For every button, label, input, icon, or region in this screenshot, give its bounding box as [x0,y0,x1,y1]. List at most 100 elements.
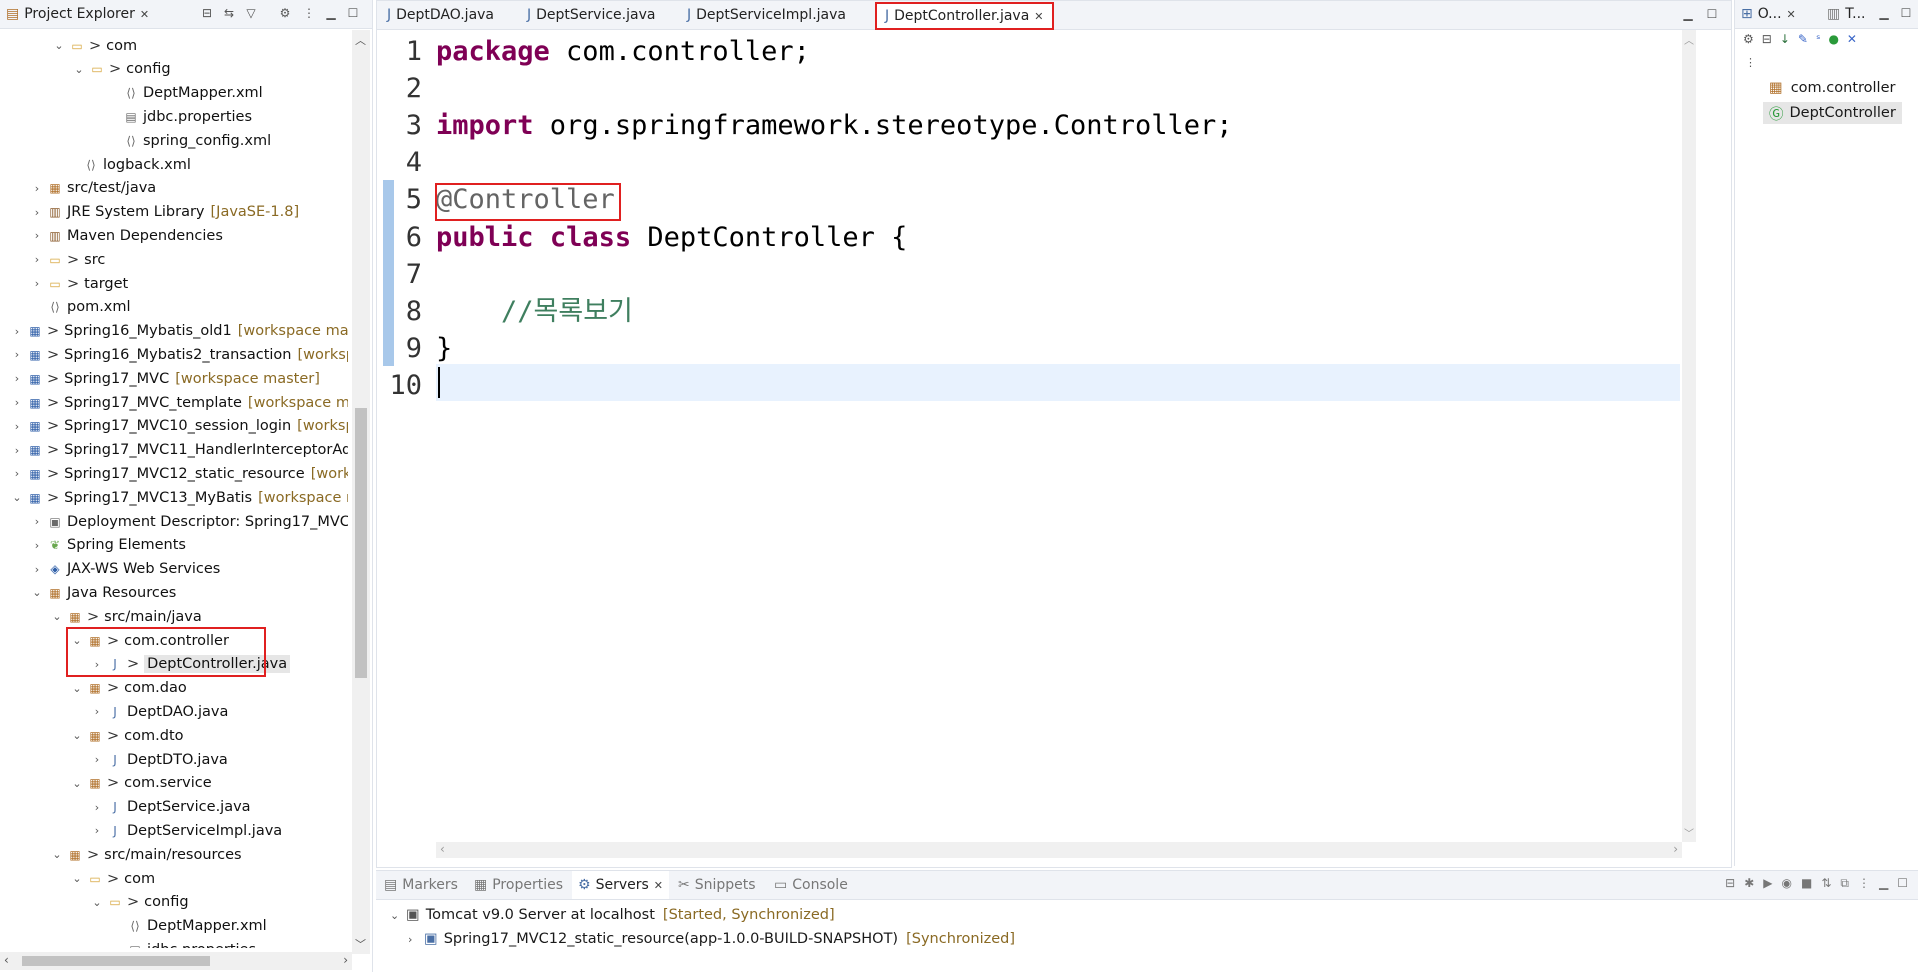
close-icon[interactable]: ✕ [1787,8,1796,21]
tab-markers[interactable]: ▤ Markers [384,871,458,899]
hide-nonpublic-icon[interactable]: ● [1828,32,1838,46]
chevron-down-icon[interactable]: ⌄ [52,39,66,52]
tree-item[interactable]: ⌄ ▦ >Spring17_MVC13_MyBatis [workspace mas [10,486,348,509]
profile-server-icon[interactable]: ◉ [1782,876,1792,891]
hide-static-icon[interactable]: ˢ [1816,32,1820,46]
chevron-right-icon[interactable]: › [10,444,24,457]
close-icon[interactable]: ✕ [140,8,149,21]
tree-item[interactable]: ⟨⟩ pom.xml [30,296,130,319]
start-server-icon[interactable]: ▶ [1763,876,1772,891]
tree-item[interactable]: ▤ jdbc.properties [106,105,252,128]
editor-horizontal-scrollbar[interactable]: ‹ › [436,842,1682,858]
outline-item-package[interactable]: ▦ com.controller [1769,80,1895,96]
close-icon[interactable]: ✕ [654,879,663,892]
module-row[interactable]: › ▣ Spring17_MVC12_static_resource(app-1… [408,931,1015,947]
maximize-icon[interactable]: ☐ [1703,5,1721,23]
chevron-right-icon[interactable]: › [30,515,44,528]
chevron-right-icon[interactable]: › [30,277,44,290]
hide-local-types-icon[interactable]: ✕ [1847,32,1857,46]
scroll-left-icon[interactable]: ‹ [440,842,445,856]
tree-item[interactable]: › ▥ Maven Dependencies [30,224,223,247]
chevron-down-icon[interactable]: ⌄ [50,848,64,861]
chevron-down-icon[interactable]: ⌄ [10,491,24,504]
tab-snippets[interactable]: ✂ Snippets [678,871,756,899]
chevron-right-icon[interactable]: › [30,563,44,576]
chevron-down-icon[interactable]: ⌄ [30,586,44,599]
tree-item[interactable]: ⌄ ▭ > config [90,891,188,914]
tree-item[interactable]: › J DeptServiceImpl.java [90,819,282,842]
tree-item[interactable]: › ▦ > Spring17_MVC [workspace master] [10,367,320,390]
close-icon[interactable]: ✕ [1034,10,1043,23]
tree-item[interactable]: › ▦ >Spring16_Mybatis2_transaction [workspa… [10,343,348,366]
tree-item[interactable]: › ▦ >Spring17_MVC12_static_resource [worksp… [10,462,348,485]
tree-item[interactable]: › ▥ JRE System Library [JavaSE-1.8] [30,201,299,224]
tree-horizontal-scrollbar[interactable]: ‹ › [0,952,352,970]
view-menu-icon[interactable]: ⚙ [276,4,294,22]
chevron-right-icon[interactable]: › [90,801,104,814]
chevron-right-icon[interactable]: › [30,229,44,242]
tree-item[interactable]: › ◈ JAX-WS Web Services [30,558,221,581]
tab-deptcontroller[interactable]: J DeptController.java ✕ [875,2,1054,30]
tree-item[interactable]: ⟨⟩ logback.xml [66,153,191,176]
outline-item-class[interactable]: Ⓖ DeptController [1763,102,1902,124]
chevron-down-icon[interactable]: ⌄ [50,610,64,623]
hide-fields-icon[interactable]: ✎ [1798,32,1808,46]
tree-item[interactable]: › J DeptService.java [90,796,251,819]
tree-item[interactable]: › ▣ Deployment Descriptor: Spring17_MVC13 [30,510,348,533]
tree-vertical-scrollbar[interactable]: ︿ ﹀ [352,30,370,954]
maximize-icon[interactable]: ☐ [1897,4,1915,22]
chevron-down-icon[interactable]: ⌄ [90,896,104,909]
minimize-icon[interactable]: ▁ [1679,5,1697,23]
scroll-down-icon[interactable]: ﹀ [1684,825,1694,840]
tab-deptserviceimpl[interactable]: J DeptServiceImpl.java [687,1,846,29]
minimize-icon[interactable]: ▁ [322,4,340,22]
tree-item[interactable]: ⟨⟩ spring_config.xml [106,129,271,152]
tree-item[interactable]: › ▭ > src [30,248,106,271]
chevron-right-icon[interactable]: › [30,539,44,552]
chevron-down-icon[interactable]: ⌄ [72,63,86,76]
chevron-down-icon[interactable]: ⌄ [70,777,84,790]
chevron-down-icon[interactable]: ⌄ [390,909,406,922]
tree-item[interactable]: › ▦ > Spring17_MVC11_HandlerInterceptorAdap [10,439,348,462]
tab-outline[interactable]: ⊞ O... ✕ [1741,0,1796,28]
link-with-editor-icon[interactable]: ⇆ [220,4,238,22]
tree-item[interactable]: › ▦ >Spring17_MVC_template [workspace maste [10,391,348,414]
minimize-icon[interactable]: ▁ [1875,4,1893,22]
chevron-down-icon[interactable]: ⌄ [70,682,84,695]
tree-item[interactable]: › ▭ > target [30,272,128,295]
h-scroll-thumb[interactable] [22,956,210,966]
sort-icon[interactable]: ⚙ [1743,32,1754,46]
chevron-down-icon[interactable]: ⌄ [70,729,84,742]
chevron-right-icon[interactable]: › [10,325,24,338]
chevron-right-icon[interactable]: › [10,467,24,480]
tree-item[interactable]: › J DeptDTO.java [90,748,228,771]
tree-item[interactable]: ⌄ ▦ > com.service [70,772,211,795]
stop-server-icon[interactable]: ■ [1801,876,1812,891]
more-options-icon[interactable]: ⋮ [1858,876,1870,891]
scroll-down-icon[interactable]: ﹀ [355,936,366,952]
chevron-right-icon[interactable]: › [30,206,44,219]
tab-deptdao[interactable]: J DeptDAO.java [387,1,494,29]
tab-console[interactable]: ▭ Console [774,871,848,899]
tree-item[interactable]: › ▦ >Spring17_MVC10_session_login [workspac… [10,415,348,438]
tab-properties[interactable]: ▦ Properties [474,871,563,899]
tree-item[interactable]: ⌄ ▦ > src/main/java [50,605,201,628]
tab-project-explorer[interactable]: ▤ Project Explorer ✕ [6,0,149,28]
tree-item[interactable]: ⌄ ▦ > src/main/resources [50,843,241,866]
code-editor[interactable]: 1 2 3 4 5 6 7 8 9 10 package com.controller; impor… [380,30,1696,862]
chevron-right-icon[interactable]: › [10,348,24,361]
disconnect-icon[interactable]: ⧉ [1840,876,1849,891]
tree-item[interactable]: › ▦ src/test/java [30,177,156,200]
chevron-down-icon[interactable]: ⌄ [70,872,84,885]
collapse-all-icon[interactable]: ⊟ [198,4,216,22]
sort-alphabet-icon[interactable]: ↓ [1780,32,1790,46]
collapse-all-icon[interactable]: ⊟ [1762,32,1772,46]
tree-item[interactable]: ⌄ ▭ > com [52,34,137,57]
maximize-icon[interactable]: ☐ [344,4,362,22]
tree-item[interactable]: ⌄ ▭ > com [70,867,155,890]
tree-item[interactable]: ⌄ ▦ > com.dto [70,724,183,747]
chevron-right-icon[interactable]: › [90,824,104,837]
tree-item[interactable]: ⟨⟩ DeptMapper.xml [106,82,262,105]
tab-servers[interactable]: ⚙ Servers ✕ [572,871,669,899]
chevron-right-icon[interactable]: › [10,396,24,409]
